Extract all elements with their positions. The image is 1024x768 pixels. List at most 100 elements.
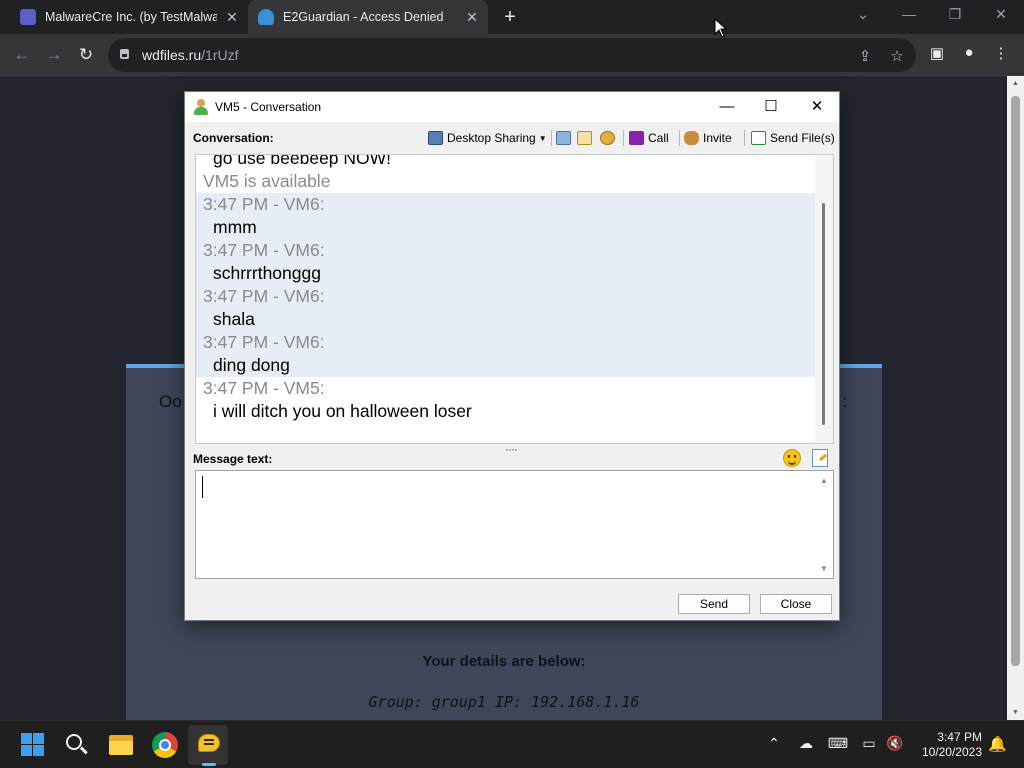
- conversation-window: VM5 - Conversation — ☐ ✕ Conversation: D…: [184, 91, 840, 621]
- network-icon[interactable]: ▭: [858, 735, 880, 752]
- invite-button[interactable]: Invite: [684, 128, 732, 148]
- toolbar-separator: [551, 130, 552, 146]
- message-label: Message text:: [193, 452, 273, 466]
- send-button[interactable]: Send: [678, 594, 750, 614]
- text-caret: [202, 476, 203, 498]
- search-icon[interactable]: [64, 732, 90, 758]
- close-button[interactable]: ✕: [802, 96, 832, 118]
- chat-message-header: 3:47 PM - VM6:: [196, 285, 815, 308]
- chat-message-text: shala: [196, 308, 815, 331]
- chat-message-header: 3:47 PM - VM6:: [196, 331, 815, 354]
- tab-title: MalwareCre Inc. (by TestMalware: [45, 10, 217, 24]
- emoticon-icon[interactable]: [783, 449, 801, 467]
- scroll-up-arrow-icon[interactable]: ▲: [815, 476, 833, 485]
- splitter-grip-icon[interactable]: ····: [505, 442, 518, 456]
- keyboard-icon[interactable]: ⌨: [827, 735, 849, 752]
- url-text: wdfiles.ru/1rUzf: [142, 47, 239, 63]
- add-users-icon: [684, 131, 699, 145]
- close-window-button[interactable]: ✕: [989, 6, 1013, 23]
- call-button[interactable]: Call: [629, 128, 669, 148]
- notification-bell-icon[interactable]: 🔔: [988, 735, 1007, 753]
- edit-note-icon[interactable]: [812, 449, 828, 467]
- beebeep-user-icon: [194, 99, 208, 115]
- chat-history[interactable]: go use beebeep NOW! VM5 is available 3:47 …: [195, 154, 834, 444]
- group-ip-text: Group: group1 IP: 192.168.1.16: [368, 693, 640, 711]
- address-bar[interactable]: wdfiles.ru/1rUzf ⇪ ☆: [108, 38, 916, 72]
- toolbar-separator: [679, 130, 680, 146]
- window-title: VM5 - Conversation: [215, 100, 322, 114]
- close-tab-icon[interactable]: ✕: [464, 9, 480, 26]
- book-icon: [556, 131, 571, 145]
- profile-avatar-icon[interactable]: ●: [958, 44, 980, 61]
- browser-tab-strip: MalwareCre Inc. (by TestMalware ✕ E2Guar…: [0, 0, 1024, 34]
- gear-icon: [600, 131, 615, 145]
- start-button-windows-icon[interactable]: [20, 732, 46, 758]
- windows-taskbar: ⌃ ☁ ⌨ ▭ 🔇 3:47 PM 10/20/2023 🔔: [0, 720, 1024, 768]
- cloud-favicon-icon: [258, 9, 274, 25]
- desktop-sharing-icon: [428, 131, 443, 145]
- message-scrollbar[interactable]: ▲ ▼: [815, 471, 833, 578]
- lock-icon: [120, 49, 129, 59]
- maximize-button[interactable]: ☐: [756, 96, 786, 118]
- page-scrollbar[interactable]: ▲ ▼: [1007, 76, 1024, 720]
- tab-malwarecre[interactable]: MalwareCre Inc. (by TestMalware ✕: [8, 0, 248, 34]
- scroll-down-arrow-icon[interactable]: ▼: [815, 564, 833, 573]
- send-file-icon: [751, 131, 766, 145]
- message-textarea[interactable]: [196, 471, 833, 578]
- details-label: Your details are below:: [422, 653, 586, 670]
- chat-message-header: VM5 is available: [203, 171, 331, 191]
- minimize-button[interactable]: —: [712, 96, 742, 118]
- tab-title: E2Guardian - Access Denied: [283, 10, 444, 24]
- toolbar-separator: [623, 130, 624, 146]
- chat-scrollbar[interactable]: [815, 155, 833, 443]
- chat-scrollbar-thumb[interactable]: [822, 203, 825, 425]
- close-dialog-button[interactable]: Close: [760, 594, 832, 614]
- chat-message-header: 3:47 PM - VM6:: [196, 239, 815, 262]
- onedrive-cloud-icon[interactable]: ☁: [795, 735, 817, 752]
- chat-message-text: ding dong: [196, 354, 815, 377]
- chat-message-header: 3:47 PM - VM5:: [203, 378, 325, 398]
- share-icon[interactable]: ⇪: [855, 47, 875, 65]
- close-tab-icon[interactable]: ✕: [224, 9, 240, 26]
- window-titlebar[interactable]: VM5 - Conversation — ☐ ✕: [185, 92, 839, 122]
- conversation-label: Conversation:: [193, 131, 274, 145]
- beebeep-app-icon[interactable]: [197, 732, 223, 758]
- new-tab-button[interactable]: +: [500, 6, 520, 29]
- chat-settings-button[interactable]: [600, 128, 619, 148]
- tab-e2guardian[interactable]: E2Guardian - Access Denied ✕: [248, 0, 488, 34]
- file-explorer-folder-icon[interactable]: [108, 732, 134, 758]
- page-heading: Oo: [159, 392, 182, 411]
- chrome-icon[interactable]: [152, 732, 178, 758]
- desktop-sharing-button[interactable]: Desktop Sharing ▼: [428, 128, 547, 148]
- minimize-window-button[interactable]: —: [897, 6, 921, 22]
- video-camera-icon: [629, 131, 644, 145]
- back-arrow-icon[interactable]: ←: [10, 43, 34, 67]
- chat-message-header: 3:47 PM - VM6:: [196, 193, 815, 216]
- reload-icon[interactable]: ↻: [74, 43, 98, 67]
- system-clock[interactable]: 3:47 PM 10/20/2023: [914, 730, 982, 760]
- side-panel-icon[interactable]: ▣: [926, 44, 948, 62]
- bookmark-star-icon[interactable]: ☆: [887, 47, 907, 65]
- send-files-button[interactable]: Send File(s): [751, 128, 835, 148]
- toolbar-separator: [744, 130, 745, 146]
- chat-message-text: i will ditch you on halloween loser: [213, 401, 472, 421]
- save-chat-button[interactable]: [556, 128, 575, 148]
- chat-members-button[interactable]: [577, 128, 596, 148]
- scroll-up-arrow-icon[interactable]: ▲: [1007, 80, 1024, 87]
- scrollbar-thumb[interactable]: [1011, 96, 1020, 666]
- chat-message-text: mmm: [196, 216, 815, 239]
- chat-message-text: go use beebeep NOW!: [213, 154, 392, 168]
- volume-muted-icon[interactable]: 🔇: [884, 735, 906, 752]
- site-favicon-icon: [20, 9, 36, 25]
- message-input[interactable]: ▲ ▼: [195, 470, 834, 579]
- scroll-down-arrow-icon[interactable]: ▼: [1007, 709, 1024, 716]
- forward-arrow-icon[interactable]: →: [42, 43, 66, 67]
- browser-toolbar: ← → ↻ wdfiles.ru/1rUzf ⇪ ☆ ▣ ● ⋮: [0, 34, 1024, 76]
- restore-window-button[interactable]: ❐: [943, 6, 967, 23]
- show-hidden-icons-chevron-icon[interactable]: ⌃: [763, 735, 785, 752]
- clock-time: 3:47 PM: [937, 730, 982, 744]
- kebab-menu-icon[interactable]: ⋮: [990, 44, 1012, 62]
- document-users-icon: [577, 131, 592, 145]
- page-heading-end: :: [842, 392, 847, 411]
- tab-search-chevron-icon[interactable]: ⌄: [851, 6, 875, 23]
